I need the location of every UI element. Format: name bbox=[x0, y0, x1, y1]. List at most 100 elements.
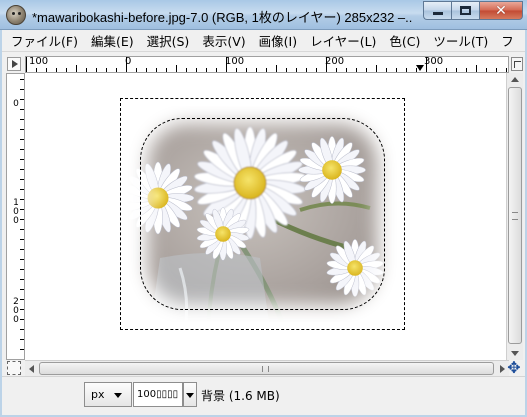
menu-file[interactable]: ファイル(F) bbox=[6, 31, 83, 50]
ruler-tick bbox=[246, 68, 247, 72]
menu-edit[interactable]: 編集(E) bbox=[86, 31, 139, 50]
unit-dropdown[interactable]: px bbox=[84, 382, 132, 407]
scroll-right-icon[interactable] bbox=[500, 365, 505, 373]
ruler-tick bbox=[116, 68, 117, 72]
ruler-position-marker bbox=[416, 65, 424, 71]
ruler-tick bbox=[356, 68, 357, 72]
menu-image[interactable]: 画像(I) bbox=[254, 31, 302, 50]
ruler-tick bbox=[446, 68, 447, 72]
ruler-tick bbox=[406, 68, 407, 72]
window-controls: ✕ bbox=[423, 1, 523, 21]
ruler-tick bbox=[20, 299, 24, 300]
ruler-tick bbox=[336, 68, 337, 72]
zoom-percent-box: ▯▯▯▯ bbox=[156, 389, 179, 400]
menu-layer[interactable]: レイヤー(L) bbox=[305, 31, 381, 50]
ruler-tick bbox=[56, 68, 57, 72]
ruler-label-vertical: 2 0 0 bbox=[13, 297, 19, 325]
menu-filters[interactable]: フ bbox=[496, 31, 519, 50]
ruler-tick bbox=[206, 68, 207, 72]
ruler-tick bbox=[20, 279, 24, 280]
scroll-down-icon[interactable] bbox=[511, 351, 519, 356]
zoom-input[interactable]: 100▯▯▯▯ bbox=[133, 382, 183, 407]
ruler-tick bbox=[376, 65, 377, 72]
ruler-label: 0 bbox=[13, 99, 19, 109]
ruler-tick bbox=[466, 68, 467, 72]
unit-value: px bbox=[91, 388, 105, 401]
ruler-tick bbox=[166, 68, 167, 72]
quick-mask-toggle[interactable] bbox=[7, 361, 21, 375]
menu-select[interactable]: 選択(S) bbox=[142, 31, 195, 50]
ruler-tick bbox=[186, 68, 187, 72]
horizontal-ruler[interactable]: 100 0 100 200 300 bbox=[25, 56, 509, 73]
ruler-tick bbox=[176, 65, 177, 72]
layer-info: 背景 (1.6 MB) bbox=[201, 389, 280, 403]
zoom-dropdown-button[interactable] bbox=[183, 382, 197, 407]
ruler-tick bbox=[296, 68, 297, 72]
ruler-tick bbox=[276, 65, 277, 72]
status-bar: px 100▯▯▯▯ 背景 (1.6 MB) bbox=[2, 376, 525, 415]
ruler-tick bbox=[86, 68, 87, 72]
close-button[interactable]: ✕ bbox=[479, 1, 523, 20]
horizontal-scrollbar[interactable] bbox=[25, 360, 509, 376]
ruler-tick bbox=[236, 68, 237, 72]
horizontal-scroll-thumb[interactable] bbox=[39, 362, 494, 375]
ruler-tick bbox=[20, 189, 24, 190]
ruler-tick bbox=[146, 68, 147, 72]
ruler-tick bbox=[306, 68, 307, 72]
ruler-tick bbox=[20, 179, 24, 180]
minimize-icon bbox=[432, 12, 443, 15]
ruler-tick bbox=[20, 309, 24, 310]
ruler-tick bbox=[20, 259, 24, 260]
ruler-tick bbox=[96, 68, 97, 72]
ruler-label: 200 bbox=[325, 56, 345, 67]
ruler-tick bbox=[266, 68, 267, 72]
ruler-tick bbox=[20, 269, 24, 270]
image-canvas[interactable] bbox=[120, 98, 405, 330]
menu-view[interactable]: 表示(V) bbox=[197, 31, 250, 50]
zoom-fit-toggle[interactable] bbox=[511, 57, 523, 71]
scroll-up-icon[interactable] bbox=[511, 77, 519, 82]
ruler-tick bbox=[426, 57, 427, 72]
menu-colors[interactable]: 色(C) bbox=[384, 31, 425, 50]
vertical-ruler[interactable]: 0 1 0 0 2 0 0 bbox=[6, 73, 25, 360]
ruler-tick bbox=[156, 68, 157, 72]
menu-tools[interactable]: ツール(T) bbox=[428, 31, 493, 50]
gimp-wilber-icon[interactable] bbox=[6, 5, 26, 25]
ruler-tick bbox=[366, 68, 367, 72]
ruler-tick bbox=[286, 68, 287, 72]
ruler-tick bbox=[20, 159, 24, 160]
daisy-photo bbox=[120, 98, 405, 330]
ruler-tick bbox=[20, 319, 24, 320]
maximize-button[interactable] bbox=[451, 1, 479, 20]
ruler-tick bbox=[496, 68, 497, 72]
ruler-tick bbox=[396, 68, 397, 72]
ruler-tick bbox=[226, 57, 227, 72]
ruler-tick bbox=[326, 57, 327, 72]
vertical-scrollbar[interactable] bbox=[506, 73, 523, 360]
ruler-tick bbox=[20, 219, 24, 220]
ruler-tick bbox=[196, 68, 197, 72]
ruler-tick bbox=[20, 99, 24, 100]
vertical-scroll-thumb[interactable] bbox=[508, 87, 522, 344]
ruler-tick bbox=[456, 68, 457, 72]
menu-bar: ファイル(F) 編集(E) 選択(S) 表示(V) 画像(I) レイヤー(L) … bbox=[2, 30, 525, 52]
navigate-move-icon[interactable]: ✥ bbox=[506, 360, 522, 376]
ruler-tick bbox=[346, 68, 347, 72]
chevron-down-icon bbox=[114, 393, 122, 398]
minimize-button[interactable] bbox=[423, 1, 451, 20]
ruler-tick bbox=[476, 65, 477, 72]
ruler-tick bbox=[26, 57, 27, 72]
window-title: *mawaribokashi-before.jpg-7.0 (RGB, 1枚のレ… bbox=[32, 10, 412, 25]
image-menu-button[interactable] bbox=[7, 57, 21, 71]
scroll-left-icon[interactable] bbox=[29, 365, 34, 373]
chevron-down-icon bbox=[186, 393, 194, 398]
ruler-tick bbox=[316, 68, 317, 72]
ruler-tick bbox=[20, 149, 24, 150]
title-bar: *mawaribokashi-before.jpg-7.0 (RGB, 1枚のレ… bbox=[0, 0, 527, 30]
bottom-scroll-row: ✥ bbox=[2, 360, 525, 376]
ruler-tick bbox=[126, 57, 127, 72]
grip-icon bbox=[262, 366, 269, 372]
ruler-tick bbox=[20, 229, 24, 230]
ruler-tick bbox=[20, 289, 24, 290]
ruler-tick bbox=[66, 68, 67, 72]
